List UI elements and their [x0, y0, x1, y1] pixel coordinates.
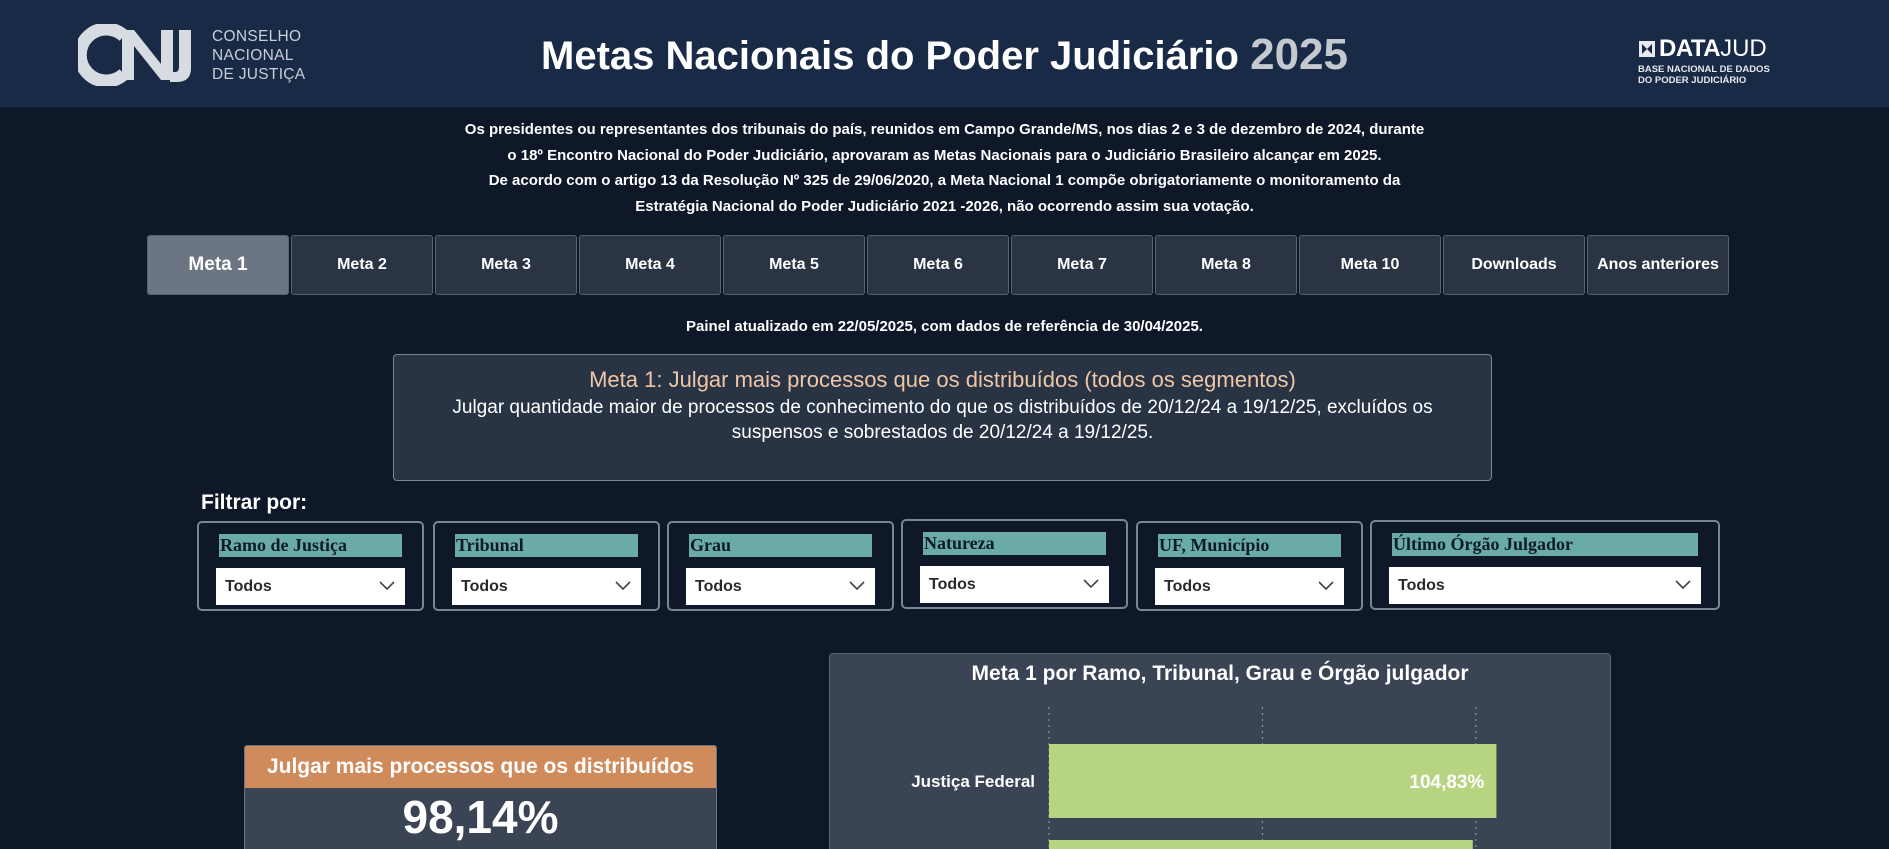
chevron-down-icon	[379, 581, 395, 591]
filter-label: Tribunal	[455, 534, 638, 557]
filter-ultimo-orgao-julgador: Último Órgão Julgador Todos	[1370, 520, 1720, 610]
filter-select-value: Todos	[929, 576, 976, 593]
page-title: Metas Nacionais do Poder Judiciário 2025	[0, 30, 1889, 80]
meta-tabs: Meta 1 Meta 2 Meta 3 Meta 4 Meta 5 Meta …	[147, 235, 1731, 295]
intro-line: Os presidentes ou representantes dos tri…	[464, 121, 1425, 138]
chevron-down-icon	[1675, 580, 1691, 590]
tab-meta-1[interactable]: Meta 1	[147, 235, 289, 295]
page-title-text: Metas Nacionais do Poder Judiciário	[541, 34, 1239, 78]
tab-meta-4[interactable]: Meta 4	[579, 235, 721, 295]
datajud-data-text: DATA	[1659, 35, 1721, 62]
datajud-subtitle: BASE NACIONAL DE DADOS DO PODER JUDICIÁR…	[1638, 64, 1778, 86]
updated-notice: Painel atualizado em 22/05/2025, com dad…	[686, 318, 1203, 335]
filter-label: UF, Município	[1158, 534, 1341, 557]
chart-bar-partial[interactable]	[1049, 840, 1473, 849]
filter-grau-select[interactable]: Todos	[686, 568, 875, 605]
meta-description-card: Meta 1: Julgar mais processos que os dis…	[393, 354, 1492, 481]
filter-natureza-select[interactable]: Todos	[920, 566, 1109, 603]
tab-meta-10[interactable]: Meta 10	[1299, 235, 1441, 295]
intro-line: Estratégia Nacional do Poder Judiciário …	[635, 197, 1254, 215]
filter-ramo-de-justica: Ramo de Justiça Todos	[197, 521, 424, 611]
tab-meta-6[interactable]: Meta 6	[867, 235, 1009, 295]
tab-meta-2[interactable]: Meta 2	[291, 235, 433, 295]
intro-line: De acordo com o artigo 13 da Resolução N…	[488, 172, 1401, 189]
chevron-down-icon	[849, 581, 865, 591]
app-header: CONSELHO NACIONAL DE JUSTIÇA Metas Nacio…	[0, 0, 1889, 107]
kpi-value: 98,14%	[402, 791, 559, 843]
intro-line: o 18º Encontro Nacional do Poder Judiciá…	[507, 146, 1382, 164]
tab-meta-8[interactable]: Meta 8	[1155, 235, 1297, 295]
tab-meta-7[interactable]: Meta 7	[1011, 235, 1153, 295]
chart-plot: Justiça Federal 104,83%	[911, 707, 1497, 849]
filter-select-value: Todos	[225, 578, 272, 595]
filter-label: Ramo de Justiça	[219, 534, 402, 557]
filter-label: Natureza	[923, 532, 1106, 555]
filter-uf-select[interactable]: Todos	[1155, 568, 1344, 605]
filter-select-value: Todos	[461, 578, 508, 595]
datajud-cube-icon	[1639, 41, 1655, 57]
filter-select-value: Todos	[695, 578, 742, 595]
meta-description: Julgar quantidade maior de processos de …	[452, 397, 1433, 443]
filter-heading: Filtrar por:	[201, 491, 308, 514]
chevron-down-icon	[615, 581, 631, 591]
kpi-card: Julgar mais processos que os distribuído…	[244, 745, 717, 849]
chart-category-label: Justiça Federal	[911, 772, 1035, 791]
meta-title: Meta 1: Julgar mais processos que os dis…	[589, 367, 1296, 392]
filter-label: Grau	[689, 534, 872, 557]
datajud-logo[interactable]: DATA JUD BASE NACIONAL DE DADOS DO PODER …	[1638, 35, 1778, 86]
filter-natureza: Natureza Todos	[901, 519, 1128, 609]
filter-select-value: Todos	[1398, 577, 1445, 594]
datajud-jud-text: JUD	[1720, 35, 1767, 62]
filter-grau: Grau Todos	[667, 521, 894, 611]
meta1-chart: Meta 1 por Ramo, Tribunal, Grau e Órgão …	[829, 653, 1611, 849]
datajud-sub-line: BASE NACIONAL DE DADOS	[1638, 64, 1770, 75]
filter-ramo-select[interactable]: Todos	[216, 568, 405, 605]
filter-label: Último Órgão Julgador	[1392, 533, 1698, 556]
kpi-title: Julgar mais processos que os distribuído…	[245, 746, 716, 788]
chevron-down-icon	[1083, 579, 1099, 589]
filter-tribunal-select[interactable]: Todos	[452, 568, 641, 605]
filter-tribunal: Tribunal Todos	[433, 521, 660, 611]
chart-data-label: 104,83%	[1409, 772, 1484, 793]
tab-meta-5[interactable]: Meta 5	[723, 235, 865, 295]
tab-downloads[interactable]: Downloads	[1443, 235, 1585, 295]
page-title-year: 2025	[1250, 30, 1348, 79]
datajud-sub-line: DO PODER JUDICIÁRIO	[1638, 75, 1747, 86]
filter-orgao-select[interactable]: Todos	[1389, 567, 1701, 604]
chevron-down-icon	[1318, 581, 1334, 591]
intro-text: Os presidentes ou representantes dos tri…	[300, 117, 1589, 219]
filter-select-value: Todos	[1164, 578, 1211, 595]
tab-meta-3[interactable]: Meta 3	[435, 235, 577, 295]
filter-uf-municipio: UF, Município Todos	[1136, 521, 1363, 611]
tab-anos-anteriores[interactable]: Anos anteriores	[1587, 235, 1729, 295]
